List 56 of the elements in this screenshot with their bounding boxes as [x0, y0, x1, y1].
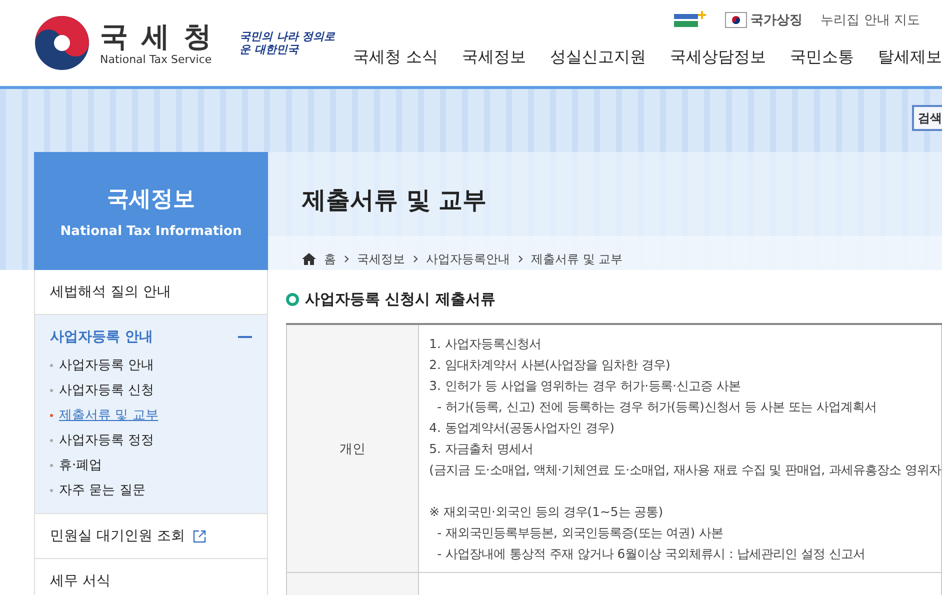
flag-icon [724, 12, 747, 28]
list-text: 1. 사업자등록신청서 [429, 335, 542, 353]
list-text: (금지금 도·소매업, 액체·기체연료 도·소매업, 재사용 재료 수집 및 판매업, 과세유흥장소 영위자 [429, 461, 941, 479]
list-text: ※ 재외국민·외국인 등의 경우(1~5는 공통) [429, 503, 664, 521]
bullet-icon [50, 414, 53, 417]
bullet-icon [50, 489, 53, 492]
breadcrumb-link[interactable]: 국세정보 [357, 250, 405, 268]
bullet-icon [50, 389, 53, 392]
list-text: - 허가(등록, 신고) 전에 등록하는 경우 허가(등록)신청서 등 사본 또는 사업계획서 [436, 398, 878, 416]
breadcrumb-link[interactable]: 홈 [324, 250, 336, 268]
list-text: 3. 인허가 등 사업을 영위하는 경우 허가·등록·신고증 사본 [429, 377, 742, 395]
search-button[interactable]: 검색 [912, 105, 942, 131]
submenu-item[interactable]: 제출서류 및 교부 [59, 406, 158, 425]
chevron-icon [413, 255, 418, 263]
sidebar-title: 국세정보 [107, 186, 195, 214]
menu-item[interactable]: 민원실 대기인원 조회 [50, 527, 185, 545]
submenu-item[interactable]: 자주 묻는 질문 [59, 481, 146, 500]
list-text: - 사업장내에 통상적 주재 않거나 6월이상 국외체류시 : 납세관리인 설정 신고서 [436, 545, 866, 563]
list-text: 4. 동업계약서(공동사업자인 경우) [429, 419, 616, 437]
list-text: - 재외국민등록부등본, 외국인등록증(또는 여권) 사본 [436, 524, 724, 542]
menu-item[interactable]: 세법해석 질의 안내 [50, 283, 171, 301]
home-icon [302, 253, 316, 265]
bullet-icon [50, 439, 53, 442]
site-subtitle: National Tax Service [100, 52, 213, 66]
nav-link[interactable]: 탈세제보 [878, 47, 942, 68]
bullet-icon [50, 464, 53, 467]
bullet-icon [50, 364, 53, 367]
nav-link[interactable]: 국세정보 [462, 47, 526, 68]
breadcrumb-link[interactable]: 제출서류 및 교부 [531, 250, 623, 268]
slogan-text: 국민의 나라 정의로운 대한민국 [240, 30, 336, 56]
nav-link[interactable]: 국세상담정보 [670, 47, 766, 68]
page-title: 제출서류 및 교부 [300, 185, 488, 216]
chevron-icon [518, 255, 523, 263]
site-title: 국 세 청 [100, 20, 214, 52]
submenu-item[interactable]: 사업자등록 정정 [59, 431, 154, 450]
row-header-cell: 개인 [286, 324, 419, 572]
nav-link[interactable]: 국세청 소식 [352, 47, 438, 68]
menu-item[interactable]: 사업자등록 안내 [50, 328, 153, 346]
menu-item[interactable]: 세무 서식 [50, 572, 110, 590]
section-title: 사업자등록 신청시 제출서류 [305, 290, 496, 309]
government-logo-icon[interactable] [672, 10, 707, 30]
nav-link[interactable]: 성실신고지원 [550, 47, 646, 68]
nav-link[interactable]: 국민소통 [790, 47, 854, 68]
ring-bullet-icon [286, 293, 299, 306]
sidebar-subtitle: National Tax Information [60, 224, 242, 238]
chevron-icon [344, 255, 349, 263]
submenu-item[interactable]: 사업자등록 신청 [59, 381, 154, 400]
external-link-icon [192, 530, 206, 542]
submenu-item[interactable]: 사업자등록 안내 [59, 356, 154, 375]
emblem-icon [34, 15, 90, 71]
national-symbol-link[interactable]: 국가상징 [750, 11, 803, 29]
submenu-item[interactable]: 휴·폐업 [59, 456, 102, 475]
util-link[interactable]: 누리집 안내 지도 [820, 11, 920, 29]
breadcrumb-link[interactable]: 사업자등록안내 [426, 250, 510, 268]
list-text: 5. 자금출처 명세서 [429, 440, 534, 458]
list-text: 2. 임대차계약서 사본(사업장을 임차한 경우) [429, 356, 672, 374]
